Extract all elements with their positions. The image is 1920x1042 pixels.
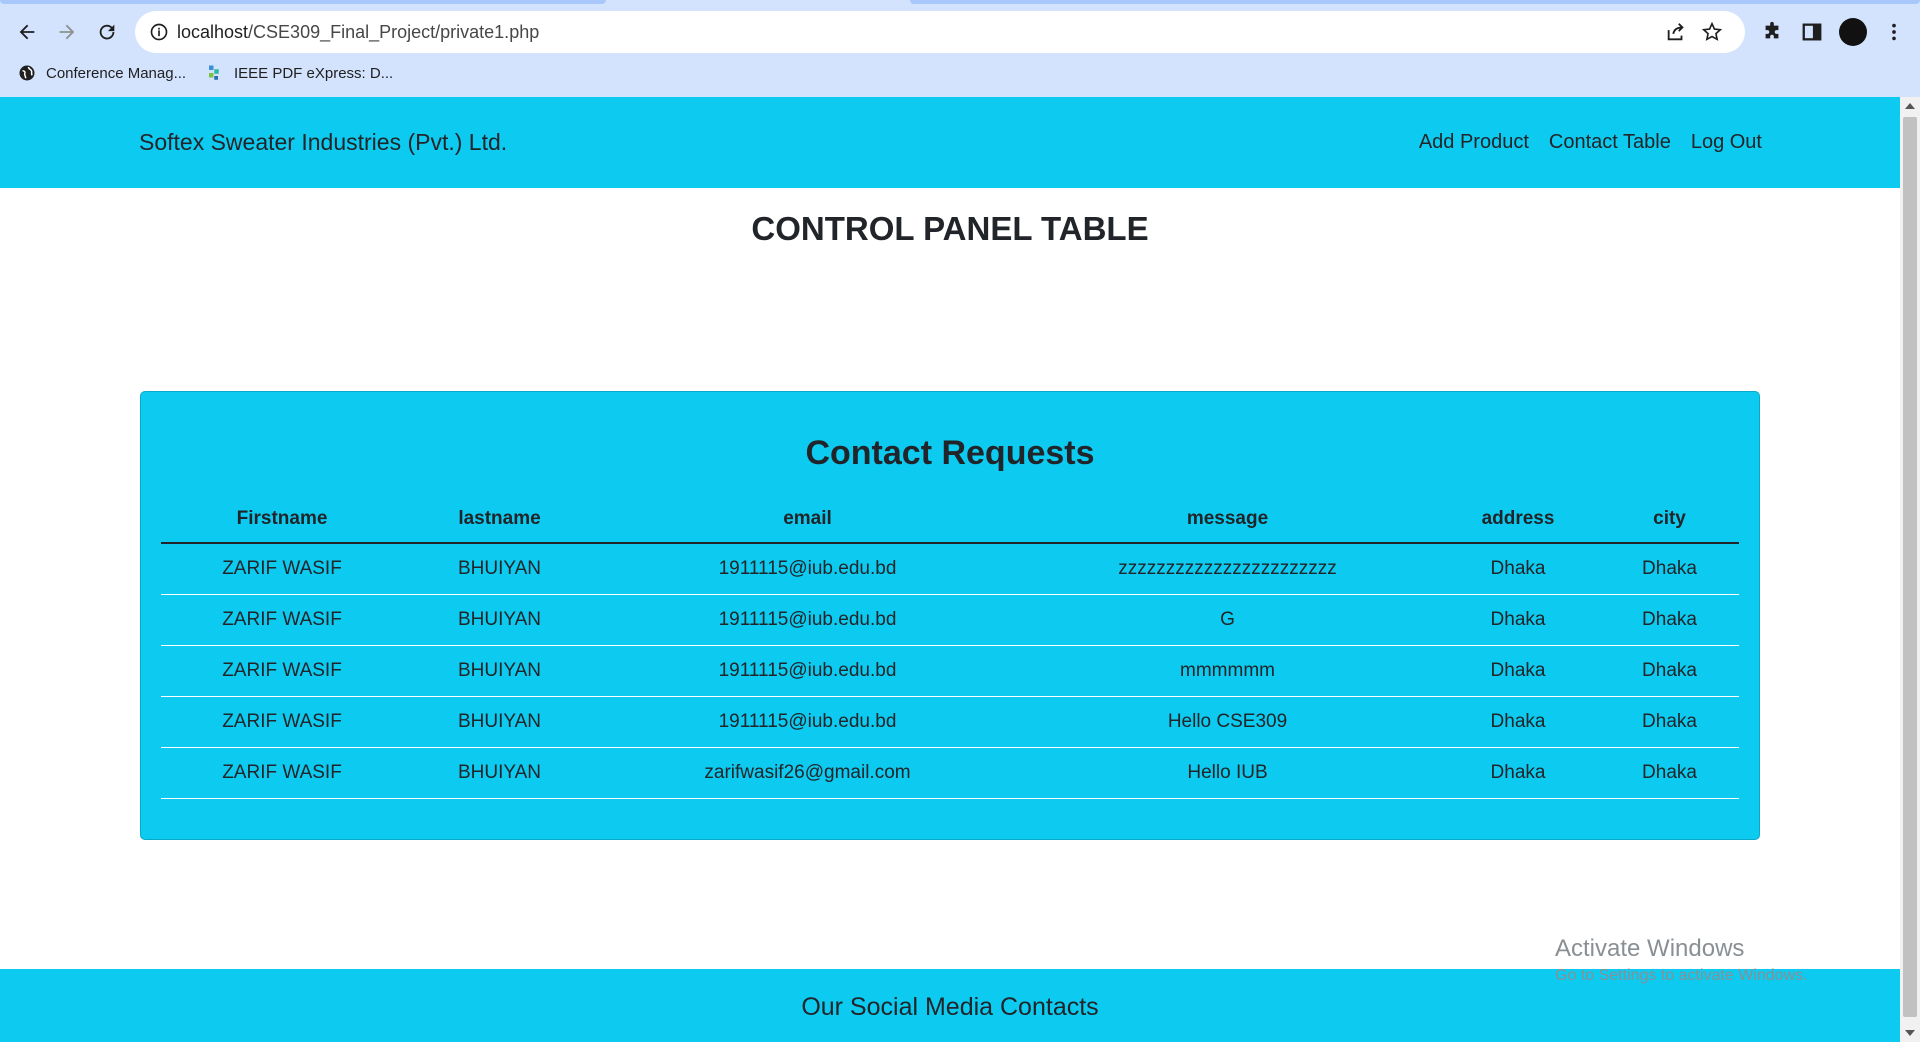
column-header: address (1436, 496, 1600, 544)
nav-link-log-out[interactable]: Log Out (1691, 131, 1762, 154)
site-brand[interactable]: Softex Sweater Industries (Pvt.) Ltd. (139, 129, 507, 156)
table-row: ZARIF WASIF BHUIYAN 1911115@iub.edu.bd G… (161, 594, 1739, 646)
cell-lastname: BHUIYAN (403, 696, 596, 748)
scroll-up-arrow-icon[interactable] (1904, 101, 1916, 111)
table-row: ZARIF WASIF BHUIYAN 1911115@iub.edu.bd H… (161, 696, 1739, 748)
back-arrow-icon (19, 24, 35, 40)
cell-email: 1911115@iub.edu.bd (596, 543, 1019, 595)
bookmark-item[interactable]: IEEE PDF eXpress: D... (206, 64, 393, 82)
kebab-menu-icon (1892, 23, 1896, 41)
cell-message: Hello IUB (1019, 747, 1436, 799)
footer-title: Our Social Media Contacts (801, 993, 1099, 1021)
forward-arrow-icon (59, 24, 75, 40)
cell-address: Dhaka (1436, 594, 1600, 646)
cell-lastname: BHUIYAN (403, 645, 596, 697)
cell-city: Dhaka (1600, 543, 1739, 595)
cell-firstname: ZARIF WASIF (161, 543, 403, 595)
nav-link-contact-table[interactable]: Contact Table (1549, 131, 1671, 154)
cell-address: Dhaka (1436, 696, 1600, 748)
watermark-line2: Go to Settings to activate Windows. (1555, 967, 1808, 984)
page-title: CONTROL PANEL TABLE (751, 210, 1149, 247)
page-viewport: Softex Sweater Industries (Pvt.) Ltd. Ad… (0, 97, 1900, 1042)
cell-message: zzzzzzzzzzzzzzzzzzzzzzz (1019, 543, 1436, 595)
bookmark-star-icon[interactable] (1701, 21, 1723, 43)
bookmark-label: IEEE PDF eXpress: D... (234, 64, 394, 82)
address-bar[interactable]: localhost/CSE309_Final_Project/private1.… (135, 11, 1745, 53)
url-host: localhost (177, 22, 249, 42)
cell-firstname: ZARIF WASIF (161, 594, 403, 646)
contact-requests-card: Contact Requests Firstname lastname emai… (140, 391, 1760, 840)
contacts-table: Firstname lastname email message address… (161, 496, 1739, 799)
cell-email: 1911115@iub.edu.bd (596, 645, 1019, 697)
page-scrollbar[interactable] (1900, 97, 1920, 1042)
cell-address: Dhaka (1436, 645, 1600, 697)
cell-address: Dhaka (1436, 747, 1600, 799)
browser-toolbar: localhost/CSE309_Final_Project/private1.… (0, 8, 1920, 56)
cell-message: Hello CSE309 (1019, 696, 1436, 748)
back-button[interactable] (9, 14, 45, 50)
cell-firstname: ZARIF WASIF (161, 696, 403, 748)
nav-links: Add Product Contact Table Log Out (1419, 131, 1762, 154)
cell-city: Dhaka (1600, 594, 1739, 646)
table-header-row: Firstname lastname email message address… (161, 496, 1739, 544)
cell-email: 1911115@iub.edu.bd (596, 696, 1019, 748)
site-navbar: Softex Sweater Industries (Pvt.) Ltd. Ad… (0, 97, 1900, 188)
info-icon[interactable] (149, 22, 169, 42)
bookmark-item[interactable]: Conference Manag... (18, 64, 186, 82)
globe-icon (19, 65, 35, 81)
cell-city: Dhaka (1600, 645, 1739, 697)
bookmarks-bar: Conference Manag... IEEE PDF eXpress: D.… (0, 60, 1920, 90)
tab-indicator-right (910, 0, 1920, 4)
cell-email: zarifwasif26@gmail.com (596, 747, 1019, 799)
ieee-icon (209, 65, 219, 80)
cell-city: Dhaka (1600, 747, 1739, 799)
card-title: Contact Requests (805, 434, 1095, 472)
column-header: message (1019, 496, 1436, 544)
cell-message: mmmmmm (1019, 645, 1436, 697)
reload-button[interactable] (89, 14, 125, 50)
bookmark-label: Conference Manag... (46, 64, 187, 82)
scroll-thumb[interactable] (1903, 117, 1917, 1017)
browser-chrome: localhost/CSE309_Final_Project/private1.… (0, 0, 1920, 97)
column-header: Firstname (161, 496, 403, 544)
cell-email: 1911115@iub.edu.bd (596, 594, 1019, 646)
table-row: ZARIF WASIF BHUIYAN 1911115@iub.edu.bd m… (161, 645, 1739, 697)
column-header: email (596, 496, 1019, 544)
forward-button[interactable] (49, 14, 85, 50)
url-path: /CSE309_Final_Project/private1.php (248, 22, 540, 42)
cell-firstname: ZARIF WASIF (161, 747, 403, 799)
watermark-line1: Activate Windows (1555, 935, 1745, 962)
profile-avatar[interactable] (1839, 18, 1867, 46)
cell-lastname: BHUIYAN (403, 747, 596, 799)
cell-message: G (1019, 594, 1436, 646)
side-panel-icon (1802, 23, 1822, 41)
cell-address: Dhaka (1436, 543, 1600, 595)
activate-windows-watermark: Activate Windows Go to Settings to activ… (1555, 935, 1808, 985)
table-row: ZARIF WASIF BHUIYAN zarifwasif26@gmail.c… (161, 747, 1739, 799)
tab-indicator-left (0, 0, 606, 4)
column-header: city (1600, 496, 1739, 544)
puzzle-icon (1765, 21, 1779, 39)
url-text[interactable]: localhost/CSE309_Final_Project/private1.… (177, 22, 539, 43)
cell-lastname: BHUIYAN (403, 543, 596, 595)
extensions-button[interactable] (1760, 20, 1784, 44)
cell-lastname: BHUIYAN (403, 594, 596, 646)
column-header: lastname (403, 496, 596, 544)
share-icon[interactable] (1665, 21, 1687, 43)
cell-firstname: ZARIF WASIF (161, 645, 403, 697)
side-panel-button[interactable] (1800, 20, 1824, 44)
cell-city: Dhaka (1600, 696, 1739, 748)
nav-link-add-product[interactable]: Add Product (1419, 131, 1529, 154)
menu-button[interactable] (1882, 20, 1906, 44)
scroll-down-arrow-icon[interactable] (1904, 1028, 1916, 1038)
table-row: ZARIF WASIF BHUIYAN 1911115@iub.edu.bd z… (161, 543, 1739, 595)
reload-icon (99, 24, 115, 40)
